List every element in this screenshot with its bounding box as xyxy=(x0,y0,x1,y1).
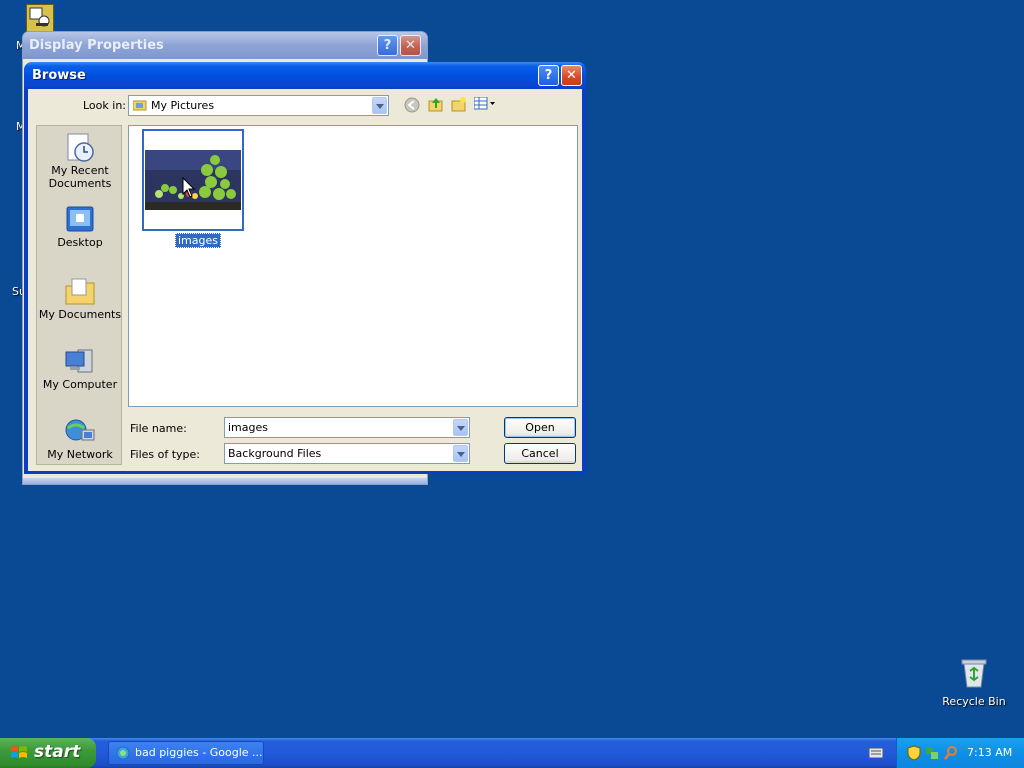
recent-documents-icon xyxy=(64,132,96,164)
display-properties-bottom-edge xyxy=(23,478,427,484)
places-bar: My Recent Documents Desktop My Documents xyxy=(36,125,122,465)
new-folder-icon[interactable] xyxy=(451,96,467,112)
windows-logo-icon xyxy=(10,745,28,761)
taskbar-item-browser[interactable]: bad piggies - Google ... xyxy=(108,741,264,765)
file-name-label: File name: xyxy=(130,422,187,435)
file-list-view[interactable]: images xyxy=(128,125,578,407)
place-my-documents[interactable]: My Documents xyxy=(37,276,123,321)
start-label: start xyxy=(34,742,81,762)
my-computer-icon xyxy=(64,346,96,378)
display-properties-close-button[interactable]: ✕ xyxy=(400,35,421,56)
file-type-label: Files of type: xyxy=(130,448,201,461)
place-label: Desktop xyxy=(57,236,103,249)
place-label: My Network xyxy=(47,448,113,461)
cancel-button[interactable]: Cancel xyxy=(504,443,576,464)
desktop-icon xyxy=(64,204,96,236)
browse-titlebar[interactable] xyxy=(24,62,586,89)
security-shield-icon[interactable] xyxy=(907,745,921,761)
place-my-computer[interactable]: My Computer xyxy=(37,346,123,391)
file-item-label: images xyxy=(175,233,221,248)
my-documents-icon xyxy=(64,276,96,308)
bad-piggies-image-icon xyxy=(145,150,241,210)
chevron-down-icon[interactable] xyxy=(453,419,468,436)
file-name-field[interactable]: images xyxy=(224,417,470,438)
look-in-label: Look in: xyxy=(83,99,126,112)
keyboard-icon[interactable] xyxy=(868,747,884,759)
my-network-icon xyxy=(64,416,96,448)
up-folder-icon[interactable] xyxy=(428,96,444,112)
recycle-bin-icon xyxy=(959,657,989,689)
look-in-value: My Pictures xyxy=(151,99,215,112)
browse-dialog[interactable]: Browse ? ✕ Look in: My Pictures My Recen… xyxy=(24,62,586,474)
display-properties-help-button[interactable]: ? xyxy=(377,35,398,56)
browse-client-area: Look in: My Pictures My Recent Documents… xyxy=(28,89,582,471)
browser-icon xyxy=(116,746,130,760)
recycle-bin-label: Recycle Bin xyxy=(942,695,1006,708)
search-tray-icon[interactable] xyxy=(943,745,959,761)
file-type-value: Background Files xyxy=(228,447,322,460)
taskbar-item-label: bad piggies - Google ... xyxy=(135,746,263,759)
place-label: My Computer xyxy=(42,378,118,391)
place-label-line2: Documents xyxy=(48,177,112,190)
look-in-dropdown[interactable]: My Pictures xyxy=(128,95,389,116)
place-label: My Documents xyxy=(38,308,122,321)
close-button[interactable]: ✕ xyxy=(561,65,582,86)
clock[interactable]: 7:13 AM xyxy=(967,746,1012,759)
taskbar: start bad piggies - Google ... 7:13 AM xyxy=(0,738,1024,768)
place-desktop[interactable]: Desktop xyxy=(37,204,123,249)
view-menu-icon[interactable] xyxy=(473,96,496,111)
chevron-down-icon[interactable] xyxy=(453,445,468,462)
recycle-bin[interactable]: Recycle Bin xyxy=(940,657,1008,708)
file-type-dropdown[interactable]: Background Files xyxy=(224,443,470,464)
desktop-shortcut-icon[interactable] xyxy=(26,4,54,32)
place-my-network[interactable]: My Network xyxy=(37,416,123,461)
open-button[interactable]: Open xyxy=(504,417,576,438)
file-item-images[interactable]: images xyxy=(142,129,244,248)
start-button[interactable]: start xyxy=(0,738,96,768)
display-properties-title: Display Properties xyxy=(29,38,164,53)
network-tray-icon[interactable] xyxy=(925,745,939,761)
back-icon[interactable] xyxy=(404,97,420,113)
browse-title: Browse xyxy=(32,68,86,83)
place-my-recent-documents[interactable]: My Recent Documents xyxy=(37,132,123,190)
help-button[interactable]: ? xyxy=(538,65,559,86)
my-pictures-folder-icon xyxy=(132,99,147,111)
system-tray: 7:13 AM xyxy=(896,738,1024,768)
place-label: My Recent xyxy=(51,164,109,177)
image-thumbnail xyxy=(142,129,244,231)
chevron-down-icon[interactable] xyxy=(372,97,387,114)
file-name-value: images xyxy=(228,421,268,434)
